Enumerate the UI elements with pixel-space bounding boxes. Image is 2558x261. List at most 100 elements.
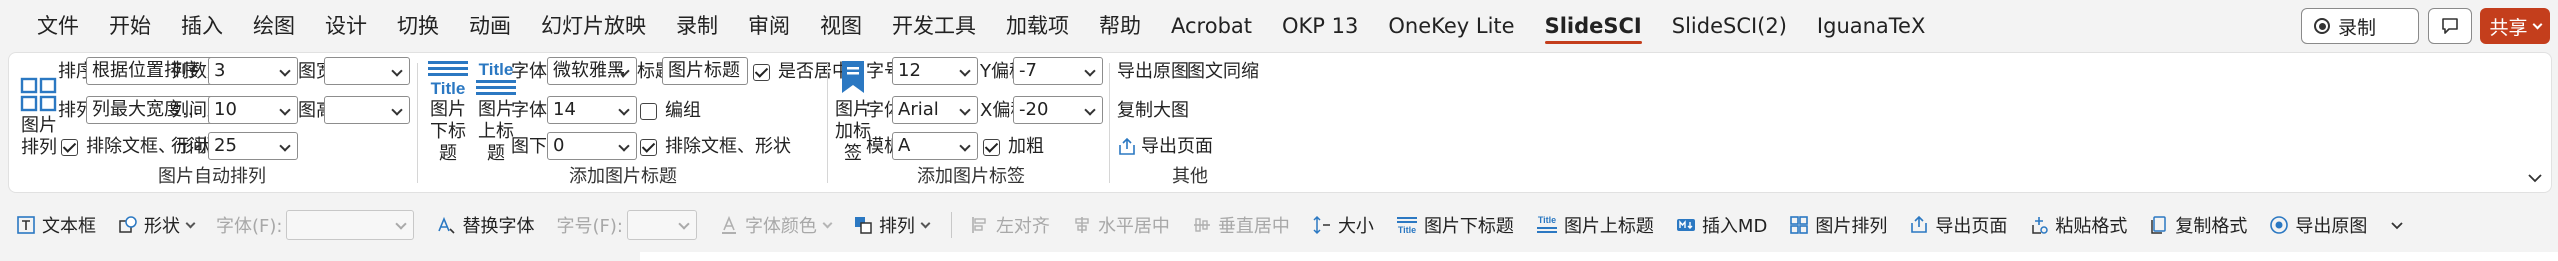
group-label-other: 其他 (1172, 166, 1208, 187)
tab-17[interactable]: SlideSCI (1530, 0, 1657, 52)
width-select[interactable] (324, 57, 410, 85)
tab-list: 文件 开始 插入 绘图 设计 切换 动画 幻灯片放映 录制 审阅 视图 开发工具 加载项 帮助 Acroba… (0, 0, 1940, 52)
below-gap-select[interactable]: 0 (547, 132, 637, 160)
image-arrange-button[interactable]: 图片 排列 (19, 77, 59, 159)
tab-2[interactable]: 插入 (166, 0, 238, 52)
qa-export-page-label: 导出页面 (1935, 216, 2008, 237)
center-horizontal-button[interactable]: 水平居中 (1072, 208, 1170, 242)
font-select-group: 字体(F): (216, 208, 415, 242)
size-label: 大小 (1337, 216, 1374, 237)
ribbon-panel: 图片 排列 排序 根据位置排序 排列 列最大宽度... 排除文框、形状 列数量 … (8, 52, 2552, 193)
arrange-icon (854, 217, 872, 234)
font-size-select-group: 字号(F): (556, 208, 697, 242)
tab-4[interactable]: 设计 (310, 0, 382, 52)
share-button[interactable]: 共享 (2480, 8, 2550, 44)
replace-font-label: 替换字体 (462, 216, 535, 237)
insert-md-label: 插入MD (1701, 216, 1768, 237)
tag-font-select[interactable]: Arial (892, 96, 978, 124)
checkbox-checked-icon (640, 138, 657, 156)
title-below-button[interactable]: Title 图片 下标题 (425, 59, 471, 165)
record-label: 录制 (2338, 16, 2377, 39)
qa-title-above-button[interactable]: Title 图片上标题 (1536, 208, 1654, 242)
center-vertical-button[interactable]: 垂直居中 (1192, 208, 1290, 242)
export-page-button[interactable]: 导出页面 (1117, 133, 1213, 161)
group-checkbox[interactable]: 编组 (640, 97, 701, 125)
markdown-icon (1676, 219, 1695, 231)
text-same-width-label: 图文同缩 (1187, 61, 1259, 82)
tab-16[interactable]: OneKey Lite (1373, 0, 1529, 52)
row-gap-select[interactable]: 25 (208, 132, 298, 160)
tab-3[interactable]: 绘图 (238, 0, 310, 52)
title-below-icon: Title (428, 61, 468, 97)
size-button[interactable]: 大小 (1312, 208, 1374, 242)
font-name-select[interactable]: 微软雅黑 (547, 57, 637, 85)
copy-large-label: 复制大图 (1117, 100, 1189, 121)
tab-19[interactable]: IguanaTeX (1802, 0, 1940, 52)
title-above-icon: Title (1536, 215, 1557, 233)
paste-format-label: 粘贴格式 (2055, 216, 2128, 237)
text-same-width-button[interactable]: 图文同缩 (1187, 58, 1259, 86)
bold-checkbox[interactable]: 加粗 (983, 133, 1044, 161)
paste-format-button[interactable]: 粘贴格式 (2029, 208, 2127, 242)
copy-format-button[interactable]: 复制格式 (2149, 208, 2247, 242)
qa-image-arrange-label: 图片排列 (1815, 216, 1888, 237)
columns-select[interactable]: 3 (208, 57, 298, 85)
font-color-button[interactable]: 字体颜色 (719, 208, 833, 242)
tab-14[interactable]: Acrobat (1156, 0, 1267, 52)
grid-arrange-icon (1790, 216, 1809, 234)
tab-13[interactable]: 帮助 (1084, 0, 1156, 52)
tag-size-select[interactable]: 12 (892, 57, 978, 85)
tab-10[interactable]: 视图 (805, 0, 877, 52)
checkbox-unchecked-icon (640, 102, 657, 120)
tab-11[interactable]: 开发工具 (877, 0, 991, 52)
comments-button[interactable] (2428, 8, 2472, 44)
font-select[interactable] (286, 210, 415, 240)
tab-12[interactable]: 加载项 (991, 0, 1084, 52)
tab-15[interactable]: OKP 13 (1267, 0, 1373, 52)
tab-7[interactable]: 幻灯片放映 (526, 0, 661, 52)
export-original-button[interactable]: 导出原图 (1117, 58, 1189, 86)
col-gap-select[interactable]: 10 (208, 96, 298, 124)
tab-0[interactable]: 文件 (22, 0, 94, 52)
center-horizontal-label: 水平居中 (1097, 216, 1170, 237)
shape-dropdown[interactable]: 形状 (118, 208, 196, 242)
qa-export-original-button[interactable]: 导出原图 (2269, 208, 2367, 242)
tab-1[interactable]: 开始 (94, 0, 166, 52)
qa-export-page-button[interactable]: 导出页面 (1909, 208, 2007, 242)
align-left-button[interactable]: 左对齐 (970, 208, 1050, 242)
arrange-dropdown[interactable]: 排列 (853, 208, 931, 242)
tab-5[interactable]: 切换 (382, 0, 454, 52)
copy-large-button[interactable]: 复制大图 (1117, 97, 1189, 125)
y-offset-select[interactable]: -7 (1013, 57, 1103, 85)
qa-title-below-button[interactable]: Title 图片下标题 (1396, 208, 1514, 242)
x-offset-select[interactable]: -20 (1013, 96, 1103, 124)
export-page-label: 导出页面 (1141, 136, 1213, 157)
height-select[interactable] (324, 96, 410, 124)
title-text-input[interactable]: 图片标题 (662, 57, 748, 85)
font-color-icon (721, 215, 736, 234)
export-page-icon (1911, 215, 1928, 233)
shapes-icon (119, 216, 137, 233)
checkbox-checked-icon (61, 138, 78, 156)
tab-9[interactable]: 审阅 (733, 0, 805, 52)
align-middle-icon (1193, 218, 1210, 232)
slide-area-edge (640, 252, 2558, 261)
insert-md-button[interactable]: 插入MD (1676, 208, 1767, 242)
font-size-select[interactable]: 14 (547, 96, 637, 124)
group-checkbox-label: 编组 (665, 100, 701, 121)
title-exclude-shapes-checkbox[interactable]: 排除文框、形状 (640, 133, 791, 161)
tab-8[interactable]: 录制 (661, 0, 733, 52)
tab-6[interactable]: 动画 (454, 0, 526, 52)
font-size-qa-select[interactable] (626, 210, 697, 240)
image-arrange-label: 图片 排列 (21, 115, 57, 158)
qa-image-arrange-button[interactable]: 图片排列 (1789, 208, 1887, 242)
qa-title-above-label: 图片上标题 (1563, 216, 1654, 237)
template-select[interactable]: A (892, 132, 978, 160)
tab-18[interactable]: SlideSCI(2) (1657, 0, 1802, 52)
collapse-ribbon-icon[interactable] (2525, 167, 2545, 187)
chevron-down-icon (2532, 19, 2542, 29)
record-button[interactable]: 录制 (2301, 8, 2419, 44)
textbox-button[interactable]: 文本框 (16, 208, 96, 242)
customize-toolbar-button[interactable] (2389, 208, 2411, 242)
replace-font-button[interactable]: 替换字体 (436, 208, 534, 242)
